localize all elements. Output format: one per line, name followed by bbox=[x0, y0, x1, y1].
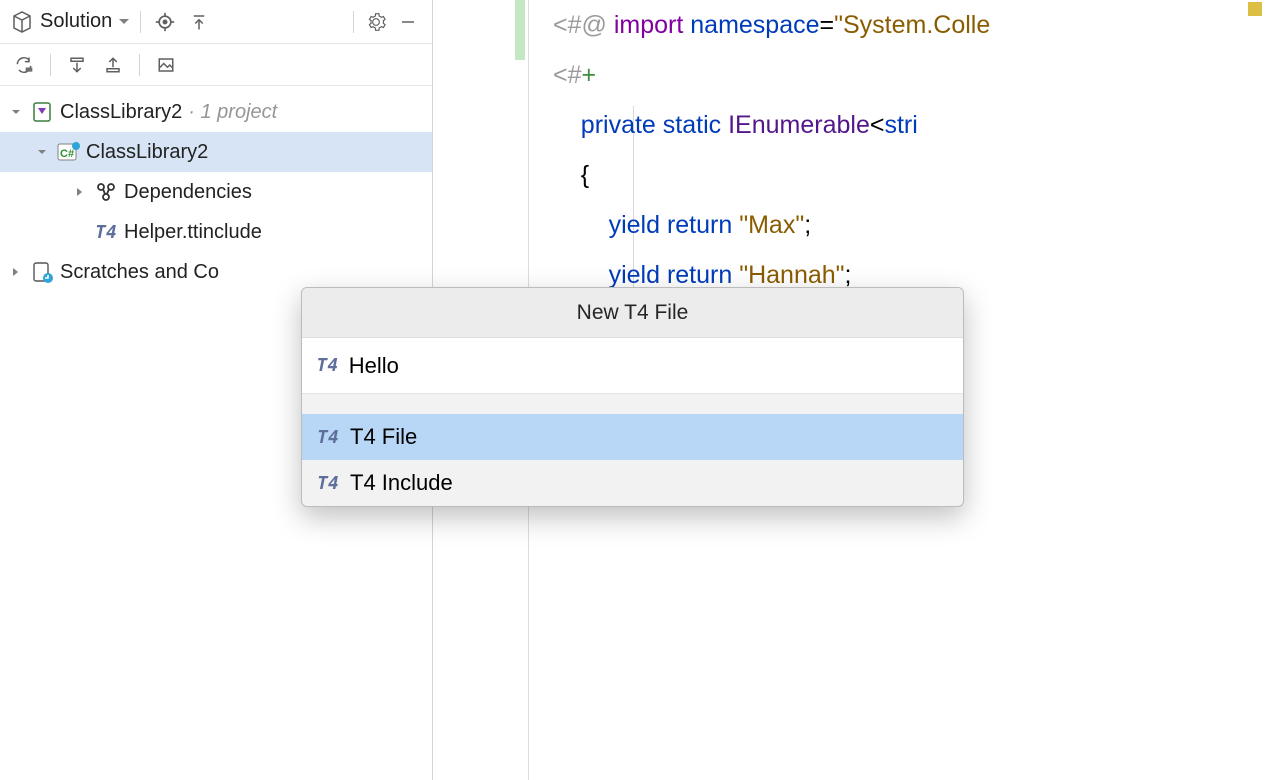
popup-divider bbox=[302, 394, 963, 414]
image-view-button[interactable] bbox=[152, 51, 180, 79]
tree-solution-root[interactable]: ClassLibrary2 · 1 project bbox=[0, 92, 432, 132]
popup-filename-row[interactable]: T4 bbox=[302, 338, 963, 394]
template-label: T4 Include bbox=[350, 470, 453, 496]
code-line: private static IEnumerable<stri bbox=[553, 100, 1270, 150]
tree-label: Scratches and Co bbox=[60, 261, 219, 284]
popup-title: New T4 File bbox=[302, 288, 963, 338]
csharp-project-icon: C# bbox=[56, 140, 80, 164]
tree-label: Helper.ttinclude bbox=[124, 221, 262, 244]
tree-label: ClassLibrary2 bbox=[60, 101, 182, 124]
t4-file-icon: T4 bbox=[316, 473, 340, 494]
expand-arrow-icon[interactable] bbox=[72, 187, 88, 197]
tree-dependencies[interactable]: Dependencies bbox=[0, 172, 432, 212]
dependencies-icon bbox=[94, 180, 118, 204]
tree-project[interactable]: C# ClassLibrary2 bbox=[0, 132, 432, 172]
filename-input[interactable] bbox=[349, 353, 949, 379]
template-option-t4file[interactable]: T4 T4 File bbox=[302, 414, 963, 460]
scratches-icon bbox=[30, 260, 54, 284]
tree-label: ClassLibrary2 bbox=[86, 141, 208, 164]
collapse-button[interactable] bbox=[185, 8, 213, 36]
template-label: T4 File bbox=[350, 424, 417, 450]
new-file-popup: New T4 File T4 T4 T4 File T4 T4 Include bbox=[301, 287, 964, 507]
code-line: { bbox=[553, 150, 1270, 200]
save-down-button[interactable] bbox=[63, 51, 91, 79]
template-option-t4include[interactable]: T4 T4 Include bbox=[302, 460, 963, 506]
solution-title-text: Solution bbox=[40, 10, 112, 33]
t4-file-icon: T4 bbox=[316, 355, 339, 376]
separator bbox=[139, 54, 140, 76]
tree-scratches[interactable]: Scratches and Co bbox=[0, 252, 432, 292]
code-line: <#+ bbox=[553, 50, 1270, 100]
solution-title-dropdown[interactable]: Solution bbox=[10, 10, 130, 34]
tree-label: Dependencies bbox=[124, 181, 252, 204]
target-button[interactable] bbox=[151, 8, 179, 36]
sidebar-header: Solution bbox=[0, 0, 432, 44]
separator bbox=[50, 54, 51, 76]
save-up-button[interactable] bbox=[99, 51, 127, 79]
settings-button[interactable] bbox=[362, 8, 390, 36]
separator bbox=[353, 11, 354, 33]
code-line: yield return "Max"; bbox=[553, 200, 1270, 250]
t4-file-icon: T4 bbox=[94, 220, 118, 244]
solution-icon bbox=[10, 10, 34, 34]
expand-arrow-icon[interactable] bbox=[34, 147, 50, 157]
sidebar-toolbar bbox=[0, 44, 432, 86]
tree-file-helper[interactable]: T4 Helper.ttinclude bbox=[0, 212, 432, 252]
sync-button[interactable] bbox=[10, 51, 38, 79]
code-line: <#@ import namespace="System.Colle bbox=[553, 0, 1270, 50]
hide-panel-button[interactable] bbox=[394, 8, 422, 36]
separator bbox=[140, 11, 141, 33]
t4-file-icon: T4 bbox=[316, 427, 340, 448]
expand-arrow-icon[interactable] bbox=[8, 107, 24, 117]
tree-hint: · 1 project bbox=[188, 101, 277, 124]
svg-text:C#: C# bbox=[60, 148, 74, 160]
gutter-highlight bbox=[515, 0, 525, 60]
solution-file-icon bbox=[30, 100, 54, 124]
template-list: T4 T4 File T4 T4 Include bbox=[302, 414, 963, 506]
dropdown-triangle-icon bbox=[118, 18, 130, 26]
expand-arrow-icon[interactable] bbox=[8, 267, 24, 277]
